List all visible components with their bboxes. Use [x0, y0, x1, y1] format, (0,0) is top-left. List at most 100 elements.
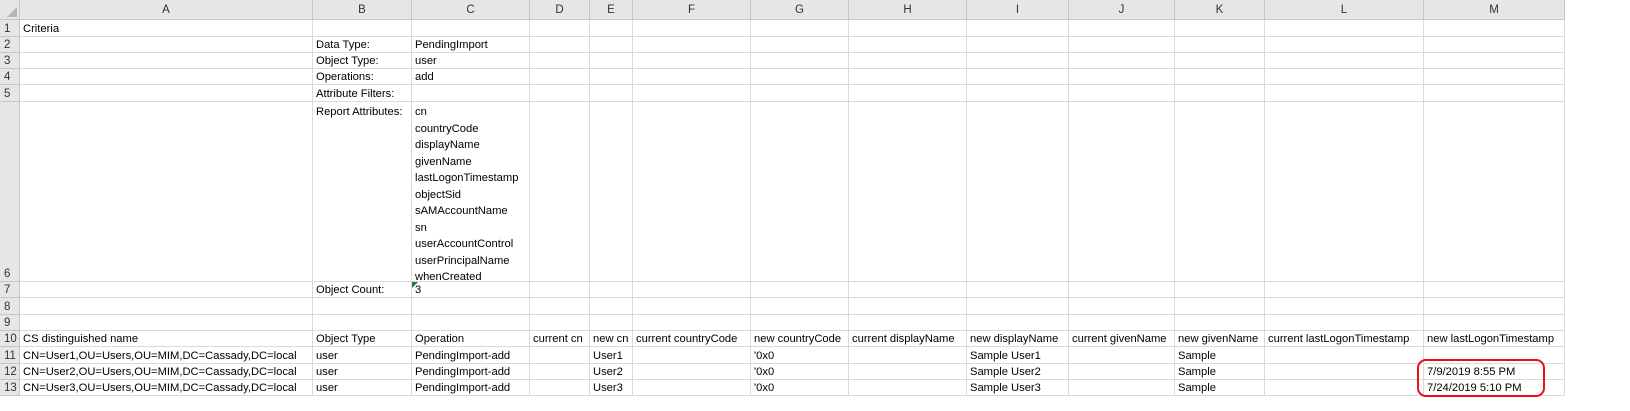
cell-k9[interactable]	[1175, 315, 1265, 331]
cell-b9[interactable]	[313, 315, 412, 331]
cell-a11[interactable]: CN=User1,OU=Users,OU=MIM,DC=Cassady,DC=l…	[20, 347, 313, 364]
cell-i2[interactable]	[967, 37, 1069, 53]
row-header-2[interactable]: 2	[0, 37, 20, 53]
row-header-3[interactable]: 3	[0, 53, 20, 69]
cell-g5[interactable]	[751, 85, 849, 102]
cell-f9[interactable]	[633, 315, 751, 331]
cell-h2[interactable]	[849, 37, 967, 53]
cell-l4[interactable]	[1265, 69, 1424, 85]
cell-g3[interactable]	[751, 53, 849, 69]
cell-a13[interactable]: CN=User3,OU=Users,OU=MIM,DC=Cassady,DC=l…	[20, 380, 313, 396]
cell-l5[interactable]	[1265, 85, 1424, 102]
cell-f1[interactable]	[633, 20, 751, 37]
cell-b11[interactable]: user	[313, 347, 412, 364]
cell-i9[interactable]	[967, 315, 1069, 331]
cell-d5[interactable]	[530, 85, 590, 102]
cell-f13[interactable]	[633, 380, 751, 396]
cell-j11[interactable]	[1069, 347, 1175, 364]
cell-l12[interactable]	[1265, 364, 1424, 380]
row-header-5[interactable]: 5	[0, 85, 20, 102]
cell-m6[interactable]	[1424, 102, 1565, 282]
cell-f4[interactable]	[633, 69, 751, 85]
cell-b12[interactable]: user	[313, 364, 412, 380]
cell-g12[interactable]: '0x0	[751, 364, 849, 380]
cell-f10[interactable]: current countryCode	[633, 331, 751, 347]
cell-h3[interactable]	[849, 53, 967, 69]
cell-e3[interactable]	[590, 53, 633, 69]
row-header-9[interactable]: 9	[0, 315, 20, 331]
cell-a6[interactable]	[20, 102, 313, 282]
cell-i12[interactable]: Sample User2	[967, 364, 1069, 380]
cell-d9[interactable]	[530, 315, 590, 331]
cell-k7[interactable]	[1175, 282, 1265, 298]
cell-e11[interactable]: User1	[590, 347, 633, 364]
cell-m4[interactable]	[1424, 69, 1565, 85]
cell-j2[interactable]	[1069, 37, 1175, 53]
row-header-4[interactable]: 4	[0, 69, 20, 85]
cell-i5[interactable]	[967, 85, 1069, 102]
cell-h1[interactable]	[849, 20, 967, 37]
column-header-j[interactable]: J	[1069, 0, 1175, 20]
cell-g9[interactable]	[751, 315, 849, 331]
cell-c12[interactable]: PendingImport-add	[412, 364, 530, 380]
column-header-k[interactable]: K	[1175, 0, 1265, 20]
cell-j9[interactable]	[1069, 315, 1175, 331]
cell-f11[interactable]	[633, 347, 751, 364]
column-header-l[interactable]: L	[1265, 0, 1424, 20]
cell-d12[interactable]	[530, 364, 590, 380]
cell-d11[interactable]	[530, 347, 590, 364]
cell-c3[interactable]: user	[412, 53, 530, 69]
cell-c4[interactable]: add	[412, 69, 530, 85]
cell-e6[interactable]	[590, 102, 633, 282]
row-header-11[interactable]: 11	[0, 347, 20, 364]
cell-j8[interactable]	[1069, 298, 1175, 315]
cell-g11[interactable]: '0x0	[751, 347, 849, 364]
cell-h9[interactable]	[849, 315, 967, 331]
cell-i13[interactable]: Sample User3	[967, 380, 1069, 396]
cell-b5[interactable]: Attribute Filters:	[313, 85, 412, 102]
cell-a1[interactable]: Criteria	[20, 20, 313, 37]
cell-e2[interactable]	[590, 37, 633, 53]
cell-k2[interactable]	[1175, 37, 1265, 53]
cell-g10[interactable]: new countryCode	[751, 331, 849, 347]
cell-a8[interactable]	[20, 298, 313, 315]
cell-m7[interactable]	[1424, 282, 1565, 298]
cell-c6[interactable]: cn countryCode displayName givenName lastLog…	[412, 102, 530, 283]
column-header-h[interactable]: H	[849, 0, 967, 20]
row-header-8[interactable]: 8	[0, 298, 20, 315]
cell-a12[interactable]: CN=User2,OU=Users,OU=MIM,DC=Cassady,DC=l…	[20, 364, 313, 380]
cell-d10[interactable]: current cn	[530, 331, 590, 347]
cell-j4[interactable]	[1069, 69, 1175, 85]
cell-b2[interactable]: Data Type:	[313, 37, 412, 53]
cell-k1[interactable]	[1175, 20, 1265, 37]
cell-j12[interactable]	[1069, 364, 1175, 380]
column-header-a[interactable]: A	[20, 0, 313, 20]
cell-b1[interactable]	[313, 20, 412, 37]
select-all-corner[interactable]	[0, 0, 20, 20]
cell-a2[interactable]	[20, 37, 313, 53]
cell-i8[interactable]	[967, 298, 1069, 315]
cell-f5[interactable]	[633, 85, 751, 102]
cell-e4[interactable]	[590, 69, 633, 85]
cell-e13[interactable]: User3	[590, 380, 633, 396]
cell-e9[interactable]	[590, 315, 633, 331]
cell-a10[interactable]: CS distinguished name	[20, 331, 313, 347]
cell-d7[interactable]	[530, 282, 590, 298]
cell-c13[interactable]: PendingImport-add	[412, 380, 530, 396]
cell-j13[interactable]	[1069, 380, 1175, 396]
cell-b3[interactable]: Object Type:	[313, 53, 412, 69]
cell-h4[interactable]	[849, 69, 967, 85]
cell-g2[interactable]	[751, 37, 849, 53]
cell-m3[interactable]	[1424, 53, 1565, 69]
cell-i11[interactable]: Sample User1	[967, 347, 1069, 364]
cell-d2[interactable]	[530, 37, 590, 53]
cell-g8[interactable]	[751, 298, 849, 315]
cell-h5[interactable]	[849, 85, 967, 102]
column-header-m[interactable]: M	[1424, 0, 1565, 20]
cell-m8[interactable]	[1424, 298, 1565, 315]
cell-l7[interactable]	[1265, 282, 1424, 298]
column-header-d[interactable]: D	[530, 0, 590, 20]
column-header-c[interactable]: C	[412, 0, 530, 20]
cell-l9[interactable]	[1265, 315, 1424, 331]
row-header-13[interactable]: 13	[0, 380, 20, 396]
